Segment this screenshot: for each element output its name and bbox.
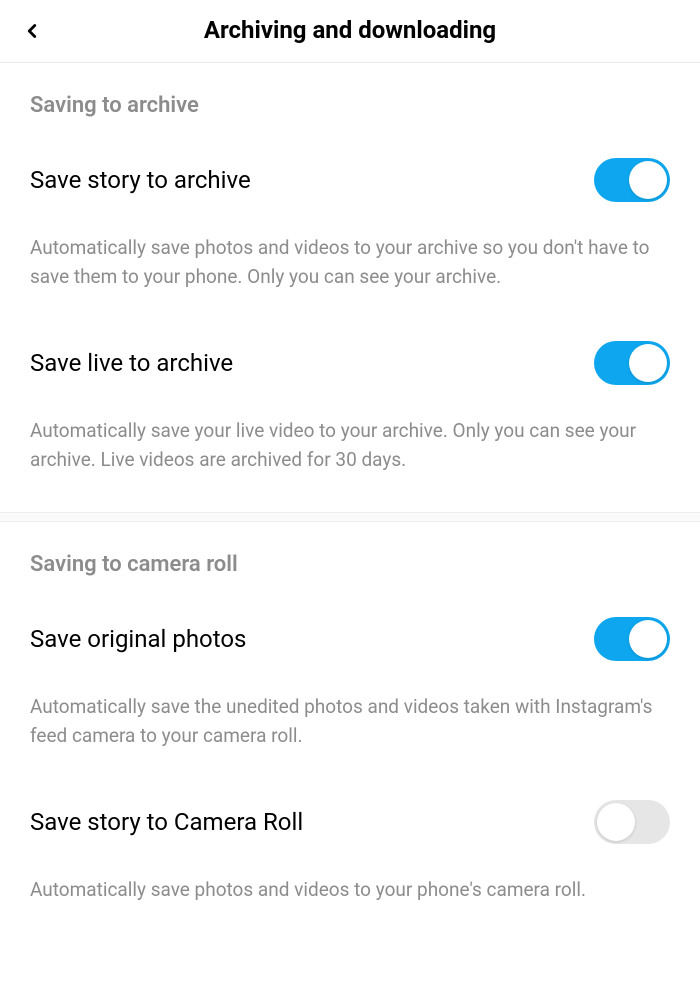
toggle-save-story-to-archive[interactable] xyxy=(594,158,670,202)
setting-description: Automatically save the unedited photos a… xyxy=(30,693,670,750)
page-header: Archiving and downloading xyxy=(0,0,700,63)
setting-description: Automatically save photos and videos to … xyxy=(30,234,670,291)
setting-description: Automatically save your live video to yo… xyxy=(30,417,670,474)
toggle-save-story-to-camera-roll[interactable] xyxy=(594,800,670,844)
section-header-archive: Saving to archive xyxy=(30,93,670,118)
toggle-knob xyxy=(629,344,667,382)
setting-description: Automatically save photos and videos to … xyxy=(30,876,670,905)
setting-save-original-photos: Save original photos xyxy=(30,617,670,661)
setting-save-story-to-camera-roll: Save story to Camera Roll xyxy=(30,800,670,844)
toggle-knob xyxy=(629,161,667,199)
back-button[interactable] xyxy=(18,17,46,45)
page-title: Archiving and downloading xyxy=(18,16,682,44)
section-saving-to-camera-roll: Saving to camera roll Save original phot… xyxy=(0,522,700,905)
chevron-left-icon xyxy=(21,20,43,42)
toggle-knob xyxy=(597,803,635,841)
setting-label: Save original photos xyxy=(30,625,246,653)
section-divider xyxy=(0,512,700,522)
toggle-save-live-to-archive[interactable] xyxy=(594,341,670,385)
toggle-save-original-photos[interactable] xyxy=(594,617,670,661)
setting-save-story-to-archive: Save story to archive xyxy=(30,158,670,202)
section-header-camera-roll: Saving to camera roll xyxy=(30,552,670,577)
section-saving-to-archive: Saving to archive Save story to archive … xyxy=(0,63,700,474)
setting-label: Save story to Camera Roll xyxy=(30,808,303,836)
setting-save-live-to-archive: Save live to archive xyxy=(30,341,670,385)
toggle-knob xyxy=(629,620,667,658)
setting-label: Save story to archive xyxy=(30,166,251,194)
setting-label: Save live to archive xyxy=(30,349,233,377)
